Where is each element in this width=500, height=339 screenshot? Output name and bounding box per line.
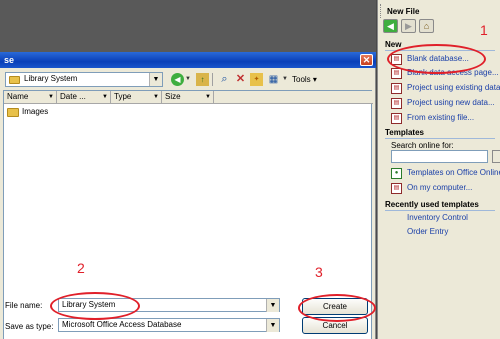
column-type[interactable]: Type ▼ [111, 91, 162, 104]
existing-file-icon: ▤ [391, 113, 402, 124]
back-dropdown-icon[interactable]: ▼ [184, 73, 192, 86]
project-existing-icon: ▤ [391, 83, 402, 94]
back-icon[interactable]: ◀ [383, 19, 398, 33]
look-in-combobox[interactable]: Library System ▼ [5, 72, 163, 87]
annotation-ellipse-file-name [50, 292, 140, 320]
recent-section-title: Recently used templates [385, 200, 479, 209]
annotation-ellipse-blank-database [387, 44, 486, 74]
chevron-down-icon[interactable]: ▼ [149, 73, 162, 86]
new-section-title: New [385, 40, 402, 49]
home-icon[interactable]: ⌂ [419, 19, 434, 33]
toolbar-separator [212, 73, 213, 86]
templates-section-title: Templates [385, 128, 424, 137]
computer-icon: ▤ [391, 183, 402, 194]
save-type-label: Save as type: [5, 322, 54, 331]
templates-online-link[interactable]: Templates on Office Online [407, 168, 500, 177]
template-search-input[interactable] [391, 150, 488, 163]
recent-template-link[interactable]: Inventory Control [407, 213, 468, 222]
drag-grip-icon[interactable] [380, 4, 383, 18]
chevron-down-icon[interactable]: ▼ [266, 319, 279, 332]
look-in-value: Library System [24, 74, 78, 83]
file-name-label: File name: [5, 301, 43, 310]
annotation-number-1: 1 [480, 22, 488, 38]
tools-menu[interactable]: Tools ▾ [292, 75, 317, 84]
templates-computer-link[interactable]: On my computer... [407, 183, 472, 192]
save-type-select[interactable]: Microsoft Office Access Database ▼ [58, 318, 280, 332]
app-background [0, 0, 376, 52]
search-web-icon[interactable]: ⌕ [218, 73, 231, 86]
delete-icon[interactable]: ✕ [234, 73, 247, 86]
up-one-level-icon[interactable]: ↑ [196, 73, 209, 86]
column-name[interactable]: Name ▼ [4, 91, 57, 104]
recent-template-link[interactable]: Order Entry [407, 227, 448, 236]
dialog-titlebar: se ✕ [0, 52, 376, 68]
template-search-button[interactable] [492, 150, 500, 163]
column-date[interactable]: Date ... ▼ [57, 91, 111, 104]
new-link-project-existing[interactable]: Project using existing data... [407, 83, 500, 92]
close-icon[interactable]: ✕ [360, 54, 373, 66]
chevron-down-icon[interactable]: ▼ [266, 299, 279, 312]
pane-title: New File [387, 7, 420, 16]
folder-icon [7, 108, 19, 117]
column-header-filler [214, 91, 373, 104]
new-folder-icon[interactable]: ✦ [250, 73, 263, 86]
forward-icon[interactable]: ▶ [401, 19, 416, 33]
dialog-toolbar: Library System ▼ ◀ ▼ ↑ ⌕ ✕ ✦ ▦ ▼ Tools ▾ [0, 69, 376, 91]
search-online-label: Search online for: [391, 141, 454, 150]
back-icon[interactable]: ◀ [171, 73, 184, 86]
new-link-project-new[interactable]: Project using new data... [407, 98, 495, 107]
views-icon[interactable]: ▦ [267, 73, 280, 86]
section-divider [385, 210, 495, 211]
section-divider [385, 138, 495, 139]
data-access-page-icon: ▤ [391, 68, 402, 79]
dialog-title: se [4, 55, 15, 65]
column-size[interactable]: Size ▼ [162, 91, 214, 104]
views-dropdown-icon[interactable]: ▼ [281, 73, 289, 86]
list-item[interactable]: Images [22, 107, 48, 116]
project-new-icon: ▤ [391, 98, 402, 109]
globe-icon: ● [391, 168, 402, 179]
annotation-number-3: 3 [315, 264, 323, 280]
annotation-number-2: 2 [77, 260, 85, 276]
annotation-ellipse-create [298, 294, 376, 322]
new-link-from-existing[interactable]: From existing file... [407, 113, 474, 122]
folder-icon [9, 76, 20, 84]
